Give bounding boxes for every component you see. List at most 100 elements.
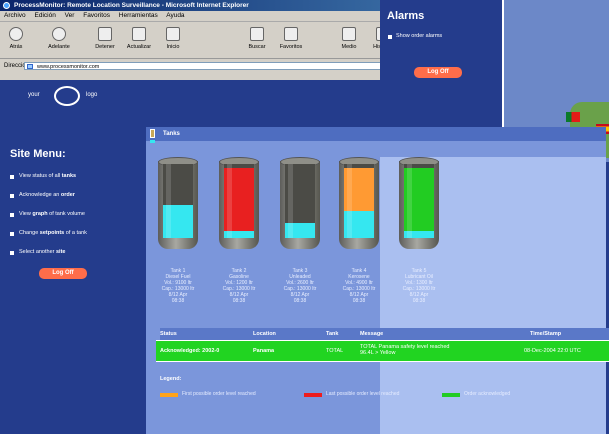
- col-tank[interactable]: Tank: [326, 328, 338, 340]
- bullet-icon: [10, 194, 14, 198]
- favorites-button[interactable]: Favoritos: [278, 25, 304, 50]
- tank-graphic-3[interactable]: [280, 157, 320, 255]
- home-icon: [166, 27, 180, 41]
- browser-titlebar[interactable]: ProcessMonitor: Remote Location Surveill…: [0, 0, 420, 11]
- site-menu-title: Site Menu:: [10, 148, 66, 160]
- alarms-title: Alarms: [387, 10, 425, 22]
- browser-window: ProcessMonitor: Remote Location Surveill…: [0, 0, 421, 80]
- back-arrow-icon: [9, 27, 23, 41]
- menu-herramientas[interactable]: Herramientas: [119, 12, 158, 19]
- tank-inner: [163, 164, 193, 238]
- tank-info-3: Tank 3 Unleaded Vol.: 2600 ltr Cap.: 13000 …: [270, 268, 330, 304]
- row-time: 08-Dec-2004 22:0 UTC: [524, 348, 581, 354]
- checkbox-icon: [388, 35, 392, 39]
- menu-archivo[interactable]: Archivo: [4, 12, 26, 19]
- row-tank: TOTAL: [326, 348, 344, 354]
- col-location[interactable]: Location: [253, 328, 276, 340]
- tanks-title: Tanks: [163, 131, 180, 137]
- tanks-header: Tanks: [146, 127, 606, 143]
- alarms-logoff-button[interactable]: Log Off: [414, 67, 462, 78]
- back-button[interactable]: Atrás: [3, 25, 29, 50]
- tank-graphic-2[interactable]: [219, 157, 259, 255]
- bullet-icon: [10, 251, 14, 255]
- refresh-icon: [132, 27, 146, 41]
- tank-info-line: 08:38: [412, 298, 426, 304]
- tank-info-1: Tank 1 Diesel Fuel Vol.: 9100 ltr Cap.: 130…: [148, 268, 208, 304]
- tank-gloss: [227, 164, 232, 238]
- forward-arrow-icon: [52, 27, 66, 41]
- tank-gloss: [166, 164, 171, 238]
- tank-inner: [224, 164, 254, 238]
- stop-button[interactable]: Detener: [92, 25, 118, 50]
- tank-inner: [285, 164, 315, 238]
- bullet-icon: [10, 175, 14, 179]
- show-order-alarms-option[interactable]: Show order alarms: [388, 33, 442, 39]
- row-status: Acknowledged: 2002-0: [160, 348, 220, 354]
- site-menu-item-setpoints[interactable]: Change setpoints of a tank: [10, 229, 135, 238]
- browser-menubar: Archivo Edición Ver Favoritos Herramient…: [0, 11, 420, 22]
- logo-ring-icon: [54, 86, 80, 106]
- bullet-icon: [10, 232, 14, 236]
- tank-info-line: 08:38: [352, 298, 366, 304]
- tank-graphic-4[interactable]: [339, 157, 379, 255]
- tank-icon: [150, 129, 155, 138]
- tank-gloss: [407, 164, 412, 238]
- browser-title: ProcessMonitor: Remote Location Surveill…: [14, 2, 249, 9]
- status-table-header: Status Location Tank Message Time/Stamp: [160, 328, 609, 340]
- logo-text-right: logo: [86, 92, 98, 98]
- internet-explorer-icon: [3, 2, 10, 9]
- media-button[interactable]: Medio: [336, 25, 362, 50]
- row-location: Panama: [253, 348, 275, 354]
- table-row[interactable]: Acknowledged: 2002-0 Panama TOTAL TOTAL …: [156, 340, 609, 362]
- refresh-button[interactable]: Actualizar: [126, 25, 152, 50]
- col-status[interactable]: Status: [160, 328, 177, 340]
- home-button[interactable]: Inicio: [160, 25, 186, 50]
- logo-text-left: your: [28, 92, 40, 98]
- site-menu-item-graph[interactable]: View graph of tank volume: [10, 210, 135, 219]
- col-timestamp[interactable]: Time/Stamp: [530, 328, 561, 340]
- legend-text-first-order: First possible order level reached: [182, 391, 256, 397]
- legend: First possible order level reached Last …: [156, 386, 606, 404]
- address-bar: Dirección www.processmonitor.com: [0, 59, 420, 73]
- bullet-icon: [10, 213, 14, 217]
- site-logoff-button[interactable]: Log Off: [39, 268, 87, 279]
- tank-info-line: 08:38: [293, 298, 307, 304]
- site-menu-item-tanks[interactable]: View status of all tanks: [10, 172, 135, 181]
- page-icon: [27, 64, 33, 69]
- forward-button[interactable]: Adelante: [46, 25, 72, 50]
- media-icon: [342, 27, 356, 41]
- site-logo[interactable]: your logo: [28, 86, 108, 108]
- menu-ayuda[interactable]: Ayuda: [166, 12, 184, 19]
- site-menu-item-order[interactable]: Acknowledge an order: [10, 191, 135, 200]
- search-button[interactable]: Buscar: [244, 25, 270, 50]
- menu-ver[interactable]: Ver: [65, 12, 75, 19]
- search-icon: [250, 27, 264, 41]
- menu-edicion[interactable]: Edición: [35, 12, 56, 19]
- tank-graphic-1[interactable]: [158, 157, 198, 255]
- site-menu: View status of all tanks Acknowledge an …: [10, 172, 135, 267]
- tank-info-4: Tank 4 Kerosene Vol.: 4900 ltr Cap.: 13000 …: [329, 268, 389, 304]
- tank-info-line: 08:38: [171, 298, 185, 304]
- site-menu-item-site[interactable]: Select another site: [10, 248, 135, 257]
- legend-swatch-first-order: [160, 393, 178, 397]
- address-input[interactable]: www.processmonitor.com: [24, 62, 404, 70]
- tank-inner: [344, 164, 374, 238]
- favorites-icon: [284, 27, 298, 41]
- tank-gloss: [347, 164, 352, 238]
- tank-graphic-5[interactable]: [399, 157, 439, 255]
- legend-text-acknowledged: Order acknowledged: [464, 391, 511, 397]
- menu-favoritos[interactable]: Favoritos: [83, 12, 110, 19]
- tank-info-2: Tank 2 Gasoline Vol.: 1200 ltr Cap.: 13000 …: [209, 268, 269, 304]
- row-message: TOTAL Panama safety level reached 96.4L …: [360, 344, 450, 356]
- col-message[interactable]: Message: [360, 328, 383, 340]
- tank-info-5: Tank 5 Lubricant Oil Vol.: 1300 ltr Cap.: 1…: [389, 268, 449, 304]
- legend-swatch-last-order: [304, 393, 322, 397]
- legend-text-last-order: Last possible order level reached: [326, 391, 400, 397]
- portugal-flag-icon[interactable]: [566, 112, 580, 122]
- tank-gloss: [288, 164, 293, 238]
- legend-title: Legend:: [160, 376, 182, 382]
- address-value: www.processmonitor.com: [37, 64, 100, 70]
- tank-info-line: 08:38: [232, 298, 246, 304]
- browser-toolbar: Atrás Adelante Detener Actualizar Inicio…: [0, 22, 420, 59]
- stop-icon: [98, 27, 112, 41]
